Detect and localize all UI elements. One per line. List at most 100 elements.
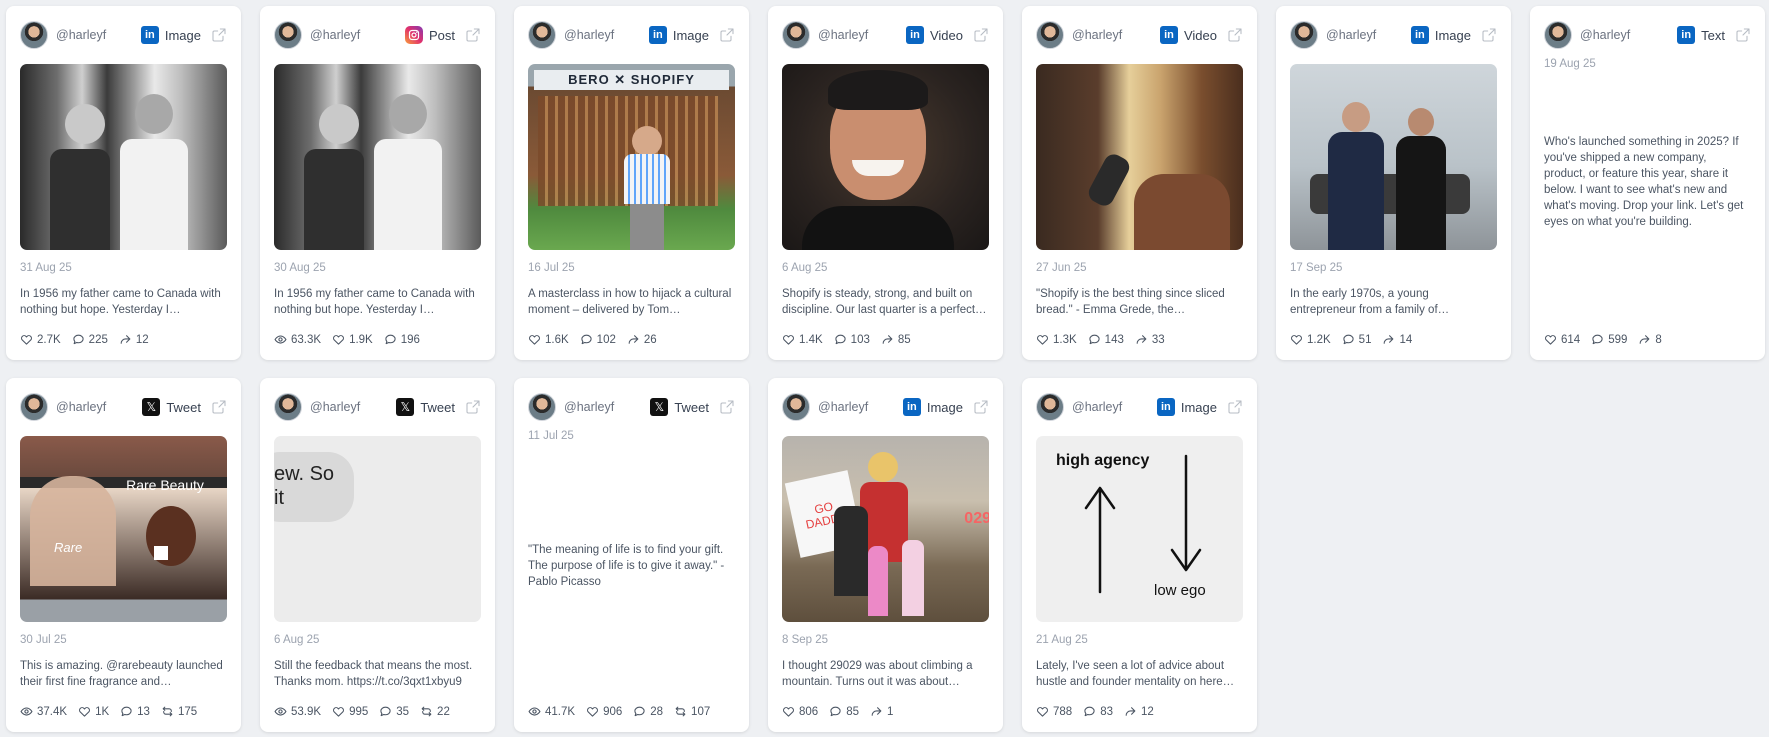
post-date: 30 Jul 25 xyxy=(20,634,67,646)
external-link-icon[interactable] xyxy=(973,27,989,43)
eye-icon xyxy=(274,333,287,346)
post-image[interactable]: BERO ✕ SHOPIFY xyxy=(528,64,735,250)
billboard-headline: Rare Beauty xyxy=(126,477,204,493)
author-handle: @harleyf xyxy=(818,28,869,42)
comment-icon xyxy=(834,333,847,346)
post-image[interactable]: GO DADDY 029 xyxy=(782,436,989,622)
post-card[interactable]: @harleyf 𝕏 Tweet Rare Beauty Rare 30 Jul… xyxy=(6,378,241,732)
shares-count: 12 xyxy=(135,333,149,346)
post-image[interactable] xyxy=(20,64,227,250)
engagement-stats: 37.4K 1K 13 175 xyxy=(20,705,208,718)
avatar xyxy=(1544,21,1572,49)
external-link-icon[interactable] xyxy=(1481,27,1497,43)
post-type-label: Post xyxy=(428,27,455,43)
external-link-icon[interactable] xyxy=(211,27,227,43)
video-thumbnail[interactable] xyxy=(782,64,989,250)
platform-badge: in Image xyxy=(140,26,201,44)
external-link-icon[interactable] xyxy=(1227,399,1243,415)
post-type-label: Tweet xyxy=(166,399,201,415)
post-card[interactable]: @harleyf in Image 17 Sep 25 In the early… xyxy=(1276,6,1511,360)
author-handle: @harleyf xyxy=(818,400,869,414)
platform-badge: in Image xyxy=(648,26,709,44)
external-link-icon[interactable] xyxy=(719,399,735,415)
post-date: 16 Jul 25 xyxy=(528,262,575,274)
comment-icon xyxy=(1591,333,1604,346)
post-date: 19 Aug 25 xyxy=(1544,58,1596,70)
external-link-icon[interactable] xyxy=(465,27,481,43)
external-link-icon[interactable] xyxy=(211,399,227,415)
heart-icon xyxy=(1544,333,1557,346)
post-type-label: Image xyxy=(672,27,709,43)
external-link-icon[interactable] xyxy=(1227,27,1243,43)
card-header: @harleyf in Text xyxy=(1544,20,1751,50)
external-link-icon[interactable] xyxy=(465,399,481,415)
external-link-icon[interactable] xyxy=(719,27,735,43)
post-date: 17 Sep 25 xyxy=(1290,262,1343,274)
shares-count: 14 xyxy=(1399,333,1413,346)
engagement-stats: 614 599 8 xyxy=(1544,333,1673,346)
shares-count: 1 xyxy=(886,705,894,718)
heart-icon xyxy=(1036,705,1049,718)
post-card[interactable]: @harleyf in Image BERO ✕ SHOPIFY 16 Jul … xyxy=(514,6,749,360)
eye-icon xyxy=(528,705,541,718)
card-header: @harleyf 𝕏 Tweet xyxy=(528,392,735,422)
external-link-icon[interactable] xyxy=(1735,27,1751,43)
post-image[interactable]: Rare Beauty Rare xyxy=(20,436,227,622)
card-header: @harleyf 𝕏 Tweet xyxy=(20,392,227,422)
external-link-icon[interactable] xyxy=(973,399,989,415)
platform-badge: in Text xyxy=(1677,26,1725,44)
post-caption: Shopify is steady, strong, and built on … xyxy=(782,288,987,316)
post-card[interactable]: @harleyf 𝕏 Tweet ew. So it 6 Aug 25 Stil… xyxy=(260,378,495,732)
post-card[interactable]: @harleyf in Video 27 Jun 25 "Shopify is … xyxy=(1022,6,1257,360)
likes-count: 1.9K xyxy=(349,333,373,346)
views-count: 41.7K xyxy=(545,705,576,718)
platform-badge: in Image xyxy=(1410,26,1471,44)
card-header: @harleyf in Video xyxy=(782,20,989,50)
likes-count: 1.3K xyxy=(1053,333,1077,346)
heart-icon xyxy=(332,333,345,346)
card-header: @harleyf Post xyxy=(274,20,481,50)
post-card[interactable]: @harleyf in Image GO DADDY 029 8 Sep 25 … xyxy=(768,378,1003,732)
post-caption: A masterclass in how to hijack a cultura… xyxy=(528,288,732,316)
post-date: 8 Sep 25 xyxy=(782,634,829,646)
heart-icon xyxy=(1036,333,1049,346)
post-caption: Who's launched something in 2025? If you… xyxy=(1544,136,1744,228)
heart-icon xyxy=(20,333,33,346)
x-icon: 𝕏 xyxy=(142,398,161,416)
author-handle: @harleyf xyxy=(56,400,107,414)
post-card[interactable]: @harleyf in Image 31 Aug 25 In 1956 my f… xyxy=(6,6,241,360)
post-caption: This is amazing. @rarebeauty launched th… xyxy=(20,660,223,688)
likes-count: 614 xyxy=(1561,333,1581,346)
post-caption: Still the feedback that means the most. … xyxy=(274,660,473,688)
arrow-up-icon xyxy=(1084,486,1116,594)
avatar xyxy=(1290,21,1318,49)
heart-icon xyxy=(1290,333,1303,346)
comments-count: 103 xyxy=(850,333,870,346)
video-thumbnail[interactable] xyxy=(1036,64,1243,250)
post-image[interactable] xyxy=(1290,64,1497,250)
eye-icon xyxy=(274,705,287,718)
comment-icon xyxy=(384,333,397,346)
author-handle: @harleyf xyxy=(564,28,615,42)
post-type-label: Image xyxy=(1180,399,1217,415)
shares-count: 33 xyxy=(1151,333,1165,346)
post-card[interactable]: @harleyf in Video 6 Aug 25 Shopify is st… xyxy=(768,6,1003,360)
post-card[interactable]: @harleyf in Image high agency low ego 21… xyxy=(1022,378,1257,732)
post-type-label: Text xyxy=(1701,27,1725,43)
comment-icon xyxy=(120,705,133,718)
post-card[interactable]: @harleyf in Text 19 Aug 25 Who's launche… xyxy=(1530,6,1765,360)
post-card[interactable]: @harleyf 𝕏 Tweet 11 Jul 25 "The meaning … xyxy=(514,378,749,732)
post-image[interactable] xyxy=(274,64,481,250)
post-grid: @harleyf in Image 31 Aug 25 In 1956 my f… xyxy=(0,0,1769,732)
post-image[interactable]: ew. So it xyxy=(274,436,481,622)
heart-icon xyxy=(78,705,91,718)
post-caption: "Shopify is the best thing since sliced … xyxy=(1036,288,1225,316)
heart-icon xyxy=(332,705,345,718)
post-card[interactable]: @harleyf Post 30 Aug 25 In 1956 my fathe… xyxy=(260,6,495,360)
retweets-count: 175 xyxy=(177,705,198,718)
card-header: @harleyf in Image xyxy=(20,20,227,50)
post-image[interactable]: high agency low ego xyxy=(1036,436,1243,622)
x-icon: 𝕏 xyxy=(396,398,415,416)
post-type-label: Tweet xyxy=(420,399,455,415)
shares-count: 12 xyxy=(1140,705,1154,718)
